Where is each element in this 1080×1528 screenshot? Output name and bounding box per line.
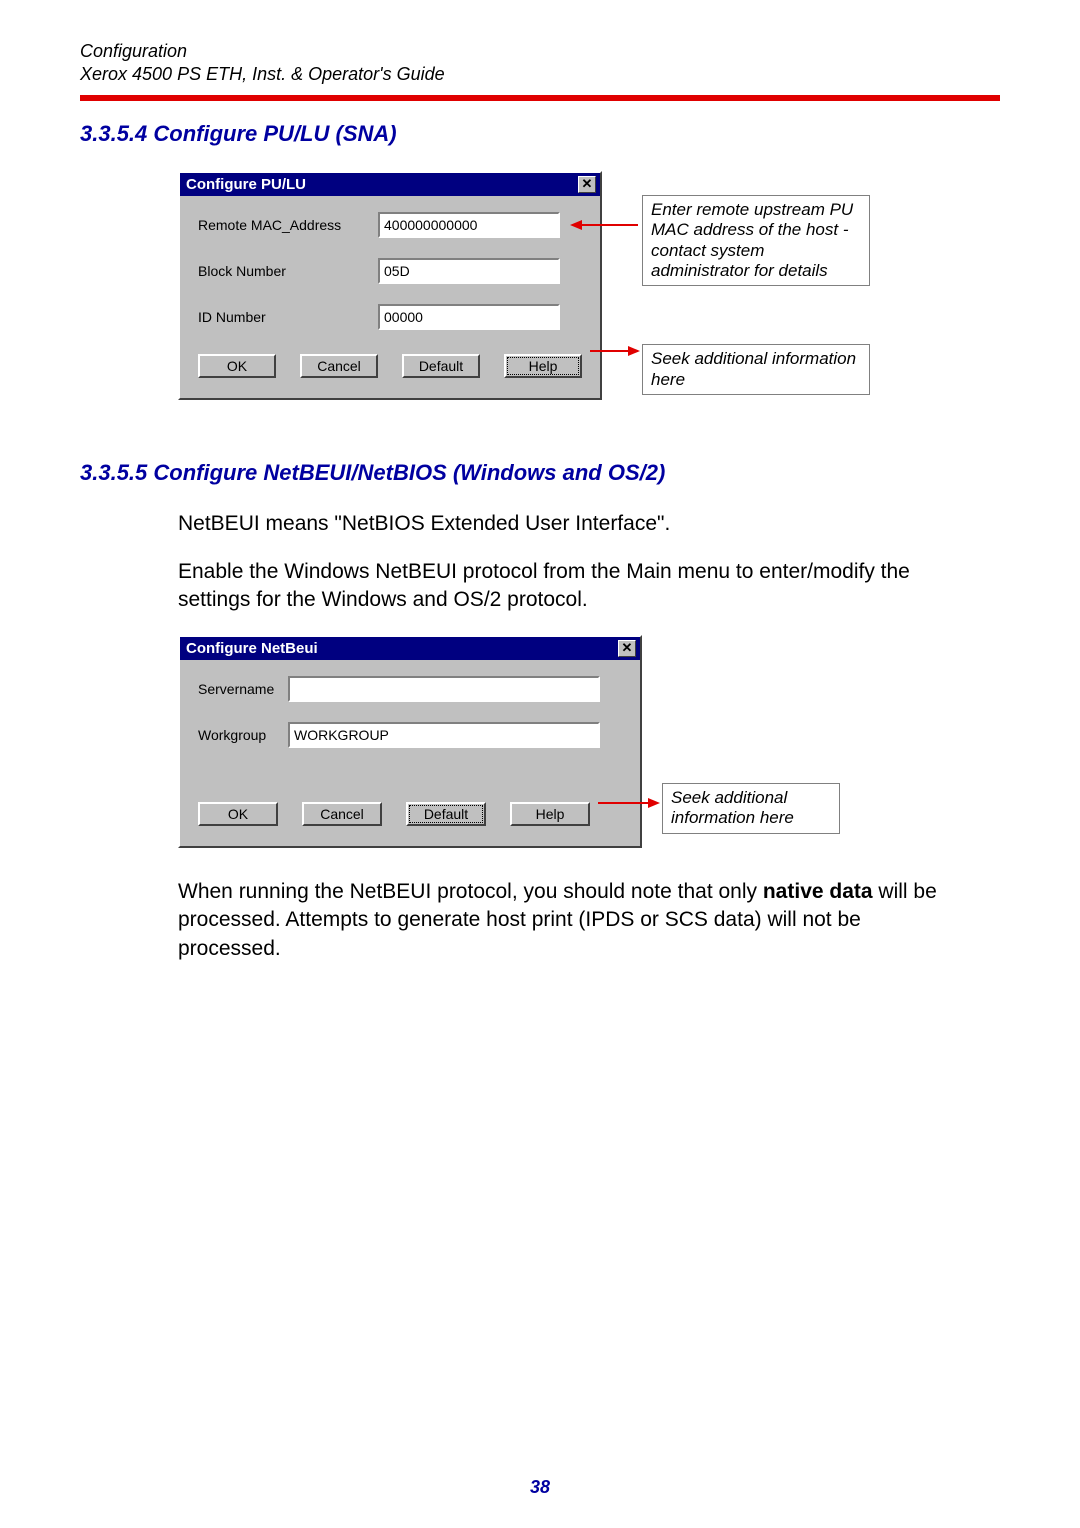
- para-native-data: When running the NetBEUI protocol, you s…: [178, 878, 960, 963]
- dialog-title: Configure PU/LU: [186, 176, 306, 193]
- dialog-titlebar: Configure PU/LU ✕: [180, 173, 600, 196]
- close-icon[interactable]: ✕: [578, 176, 596, 193]
- help-button[interactable]: Help: [510, 802, 590, 826]
- label-block-number: Block Number: [198, 263, 378, 279]
- cancel-button[interactable]: Cancel: [300, 354, 378, 378]
- figure-pu-lu: Configure PU/LU ✕ Remote MAC_Address Blo…: [178, 171, 1000, 400]
- block-number-input[interactable]: [378, 258, 560, 284]
- section1-heading: 3.3.5.4 Configure PU/LU (SNA): [80, 121, 1000, 147]
- header-line2: Xerox 4500 PS ETH, Inst. & Operator's Gu…: [80, 63, 1000, 86]
- dialog-titlebar: Configure NetBeui ✕: [180, 637, 640, 660]
- default-button[interactable]: Default: [406, 802, 486, 826]
- para-enable-netbeui: Enable the Windows NetBEUI protocol from…: [178, 558, 960, 615]
- id-number-input[interactable]: [378, 304, 560, 330]
- workgroup-input[interactable]: [288, 722, 600, 748]
- remote-mac-input[interactable]: [378, 212, 560, 238]
- servername-input[interactable]: [288, 676, 600, 702]
- ok-button[interactable]: OK: [198, 354, 276, 378]
- callout-mac-address: Enter remote upstream PU MAC address of …: [642, 195, 870, 287]
- label-remote-mac: Remote MAC_Address: [198, 217, 378, 233]
- label-id-number: ID Number: [198, 309, 378, 325]
- section2-heading: 3.3.5.5 Configure NetBEUI/NetBIOS (Windo…: [80, 460, 1000, 486]
- help-button[interactable]: Help: [504, 354, 582, 378]
- label-workgroup: Workgroup: [198, 727, 288, 743]
- dialog-configure-pu-lu: Configure PU/LU ✕ Remote MAC_Address Blo…: [178, 171, 602, 400]
- header-line1: Configuration: [80, 40, 1000, 63]
- cancel-button[interactable]: Cancel: [302, 802, 382, 826]
- dialog-configure-netbeui: Configure NetBeui ✕ Servername Workgroup…: [178, 635, 642, 848]
- header-rule: [80, 95, 1000, 101]
- figure-netbeui: Configure NetBeui ✕ Servername Workgroup…: [178, 635, 1000, 848]
- callout-help-info-2: Seek additional information here: [662, 783, 840, 834]
- label-servername: Servername: [198, 681, 288, 697]
- close-icon[interactable]: ✕: [618, 640, 636, 657]
- page-number: 38: [0, 1477, 1080, 1498]
- default-button[interactable]: Default: [402, 354, 480, 378]
- dialog-title: Configure NetBeui: [186, 640, 318, 657]
- callout-help-info: Seek additional information here: [642, 344, 870, 395]
- ok-button[interactable]: OK: [198, 802, 278, 826]
- para-netbeui-meaning: NetBEUI means "NetBIOS Extended User Int…: [178, 510, 960, 538]
